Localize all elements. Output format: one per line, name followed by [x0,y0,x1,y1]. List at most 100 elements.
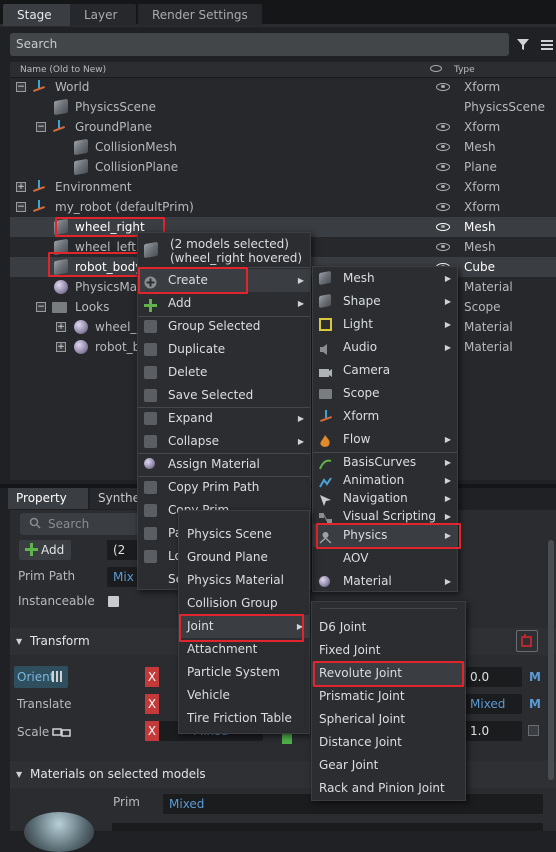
menu-item-physics-scene[interactable]: Physics Scene [179,523,309,546]
menu-item-aov[interactable]: AOV [313,547,457,570]
column-name-header[interactable]: Name (Old to New) [20,62,106,78]
tree-row-environment[interactable]: + Environment Xform [10,177,556,197]
menu-item-tire-friction-table[interactable]: Tire Friction Table [179,707,309,730]
tree-row-world[interactable]: − World Xform [10,77,556,97]
menu-item-mesh[interactable]: Mesh ▶ [313,267,457,290]
sphere-icon [54,280,68,294]
animation-icon [319,474,332,488]
prim-path-label: Prim Path [18,569,76,583]
menu-item-collision-group[interactable]: Collision Group [179,592,309,615]
tab-stage[interactable]: Stage [3,4,73,26]
menu-item-expand[interactable]: Expand ▶ [138,407,310,430]
menu-item-prismatic-joint[interactable]: Prismatic Joint [312,685,465,708]
menu-item-physics-material[interactable]: Physics Material [179,569,309,592]
tree-row-collisionmesh[interactable]: CollisionMesh Mesh [10,137,556,157]
menu-item-audio[interactable]: Audio ▶ [313,336,457,359]
graph-icon [319,510,332,524]
collapse-toggle-icon[interactable]: − [16,202,26,212]
scale-x-button[interactable]: X [145,721,159,741]
instanceable-label: Instanceable [18,594,95,608]
menu-item-delete[interactable]: Delete [138,361,310,384]
visibility-eye-icon[interactable] [436,163,450,171]
menu-item-duplicate[interactable]: Duplicate [138,338,310,361]
cursor-icon [319,492,332,506]
context-menu-header-line1: (2 models selected) [170,237,289,251]
visibility-eye-icon[interactable] [436,203,450,211]
expand-toggle-icon[interactable]: + [56,342,66,352]
menu-item-copy-prim-path[interactable]: Copy Prim Path [138,476,310,499]
scale-link-icon[interactable] [52,727,72,738]
visibility-eye-icon[interactable] [436,143,450,151]
menu-item-add[interactable]: Add ▶ [138,292,310,315]
scale-uniform-checkbox[interactable] [528,725,539,736]
menu-item-gear-joint[interactable]: Gear Joint [312,754,465,777]
transform-settings-icon[interactable] [516,630,538,652]
collapse-toggle-icon[interactable]: − [16,82,26,92]
highlight-box-revolute-joint [313,661,464,687]
orient-x-button[interactable]: X [145,667,159,687]
expand-toggle-icon[interactable]: + [16,182,26,192]
paste-icon [144,527,157,540]
visibility-eye-icon[interactable] [436,83,450,91]
stage-search-input[interactable]: Search [10,33,509,56]
tab-render-settings[interactable]: Render Settings [138,4,262,26]
menu-icon[interactable] [541,39,553,50]
menu-item-group-selected[interactable]: Group Selected [138,315,310,338]
tab-property[interactable]: Property [8,488,88,509]
menu-item-distance-joint[interactable]: Distance Joint [312,731,465,754]
translate-x-button[interactable]: X [145,694,159,714]
visibility-eye-icon[interactable] [436,123,450,131]
menu-item-material[interactable]: Material ▶ [313,570,457,593]
menu-item-shape[interactable]: Shape ▶ [313,290,457,313]
menu-item-flow[interactable]: Flow ▶ [313,428,457,451]
materials-section-header[interactable]: Materials on selected models [10,761,556,788]
group-icon [144,320,157,333]
highlight-box-create [138,267,248,294]
visibility-eye-icon[interactable] [436,223,450,231]
menu-item-collapse[interactable]: Collapse ▶ [138,430,310,453]
collapse-icon [144,435,157,448]
instanceable-checkbox[interactable] [108,596,119,607]
collapse-toggle-icon[interactable]: − [36,302,46,312]
tree-row-my-robot[interactable]: − my_robot (defaultPrim) Xform [10,197,556,217]
menu-item-xform[interactable]: Xform [313,405,457,428]
menu-item-camera[interactable]: Camera [313,359,457,382]
menu-item-d6-joint[interactable]: D6 Joint [312,616,465,639]
xform-icon [52,120,66,134]
tree-row-collisionplane[interactable]: CollisionPlane Plane [10,157,556,177]
menu-item-rack-and-pinion-joint[interactable]: Rack and Pinion Joint [312,777,465,800]
menu-item-particle-system[interactable]: Particle System [179,661,309,684]
translate-z-field[interactable]: Mixed [464,694,522,714]
orient-z-field[interactable]: 0.0 [464,667,522,687]
scale-z-field[interactable]: 1.0 [464,721,522,741]
menu-item-fixed-joint[interactable]: Fixed Joint [312,639,465,662]
scale-label: Scale [17,725,50,739]
lock-icon [144,550,157,563]
collapse-toggle-icon[interactable]: − [36,122,46,132]
tab-synthetic[interactable]: Synthe [90,488,140,509]
material-preview-sphere [24,812,94,852]
menu-item-scope[interactable]: Scope [313,382,457,405]
xform-icon [32,80,46,94]
menu-item-light[interactable]: Light ▶ [313,313,457,336]
expand-toggle-icon[interactable]: + [56,322,66,332]
tree-row-physicsscene[interactable]: PhysicsScene PhysicsScene [10,97,556,117]
camera-icon [319,364,332,377]
joint-submenu: D6 Joint Fixed Joint Revolute Joint Pris… [311,601,466,801]
visibility-eye-icon[interactable] [436,183,450,191]
menu-item-spherical-joint[interactable]: Spherical Joint [312,708,465,731]
prim-path-field[interactable]: Mix [107,567,139,587]
property-scrollbar[interactable] [548,540,554,780]
orient-mode-icon [52,671,64,682]
copy-icon [144,504,157,517]
column-type-header[interactable]: Type [454,62,475,78]
menu-item-ground-plane[interactable]: Ground Plane [179,546,309,569]
tab-layer[interactable]: Layer [70,4,136,26]
menu-item-save-selected[interactable]: Save Selected [138,384,310,407]
tree-row-groundplane[interactable]: − GroundPlane Xform [10,117,556,137]
filter-icon[interactable] [516,37,530,51]
transform-title: Transform [30,634,90,648]
visibility-eye-icon[interactable] [436,243,450,251]
menu-item-vehicle[interactable]: Vehicle [179,684,309,707]
menu-item-assign-material[interactable]: Assign Material [138,453,310,476]
